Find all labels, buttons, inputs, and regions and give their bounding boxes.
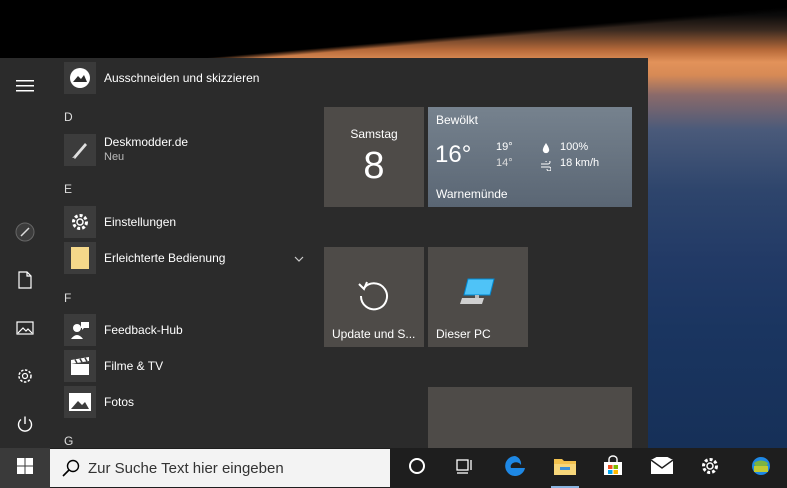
cortana-circle-icon <box>408 457 426 480</box>
edge-browser-button[interactable] <box>491 448 539 488</box>
search-input[interactable] <box>88 459 378 477</box>
weather-humidity: 100% <box>560 141 589 153</box>
calendar-date: 8 <box>363 145 385 187</box>
letter-header-d[interactable]: D <box>64 110 73 124</box>
windows-logo-icon <box>17 457 33 479</box>
settings-button[interactable] <box>686 448 734 488</box>
task-view-button[interactable] <box>440 448 488 488</box>
pictures-icon[interactable] <box>13 316 37 340</box>
calendar-tile[interactable]: Samstag 8 <box>324 107 424 207</box>
app-filme-tv[interactable]: Filme & TV <box>64 350 163 382</box>
update-security-tile[interactable]: Update und S... <box>324 247 424 347</box>
clapperboard-icon <box>64 350 96 382</box>
letter-header-e[interactable]: E <box>64 182 72 196</box>
app-label: Filme & TV <box>104 358 164 373</box>
power-icon[interactable] <box>13 412 37 436</box>
hamburger-menu-icon[interactable] <box>13 74 37 98</box>
app-label: Deskmodder.de <box>104 135 189 149</box>
green-globe-icon <box>749 454 773 483</box>
deskmodder-brush-icon <box>64 134 96 166</box>
app-fotos[interactable]: Fotos <box>64 386 134 418</box>
search-icon <box>62 459 80 477</box>
weather-high: 19° <box>496 141 513 153</box>
app-globe-button[interactable] <box>737 448 785 488</box>
empty-tile[interactable] <box>428 387 632 448</box>
app-einstellungen[interactable]: Einstellungen <box>64 206 176 238</box>
app-label: Ausschneiden und skizzieren <box>104 70 260 85</box>
cortana-button[interactable] <box>393 448 441 488</box>
weather-temperature: 16° <box>435 141 472 168</box>
feedback-hub-icon <box>64 314 96 346</box>
app-list: Ausschneiden und skizzieren D Deskmodder… <box>50 58 312 448</box>
this-pc-tile[interactable]: Dieser PC <box>428 247 528 347</box>
taskbar-search-box[interactable] <box>50 449 390 487</box>
documents-icon[interactable] <box>13 268 37 292</box>
store-bag-icon <box>602 454 624 482</box>
weather-location: Warnemünde <box>436 187 508 201</box>
weather-condition: Bewölkt <box>436 113 479 127</box>
start-menu-rail <box>0 58 50 448</box>
settings-gear-icon[interactable] <box>13 364 37 388</box>
tile-label: Update und S... <box>332 327 416 341</box>
chevron-down-icon[interactable] <box>294 249 304 267</box>
folder-icon <box>553 456 577 481</box>
edge-icon <box>503 454 527 483</box>
tile-label: Dieser PC <box>436 327 491 341</box>
gear-icon <box>64 206 96 238</box>
mail-button[interactable] <box>638 448 686 488</box>
computer-icon <box>460 277 496 312</box>
gear-icon <box>700 456 720 481</box>
calendar-day: Samstag <box>350 127 398 141</box>
photos-icon <box>64 386 96 418</box>
app-erleichterte-bedienung[interactable]: Erleichterte Bedienung <box>64 242 304 274</box>
app-snip-sketch[interactable]: Ausschneiden und skizzieren <box>64 62 259 94</box>
weather-low: 14° <box>496 157 513 169</box>
app-label: Fotos <box>104 394 135 409</box>
app-label: Feedback-Hub <box>104 322 183 337</box>
letter-header-g[interactable]: G <box>64 434 73 448</box>
app-feedback-hub[interactable]: Feedback-Hub <box>64 314 183 346</box>
store-button[interactable] <box>589 448 637 488</box>
user-account-icon[interactable] <box>13 220 37 244</box>
start-button[interactable] <box>0 448 50 488</box>
new-badge: Neu <box>104 151 125 163</box>
taskbar <box>0 448 787 488</box>
app-deskmodder[interactable]: Deskmodder.de Neu <box>64 134 188 166</box>
mail-envelope-icon <box>650 453 674 480</box>
tiles-area: Samstag 8 Bewölkt 16° 19° 14° 100% 18 km… <box>312 58 648 448</box>
app-label: Einstellungen <box>104 214 177 229</box>
app-label: Erleichterte Bedienung <box>104 250 226 265</box>
snip-sketch-icon <box>64 62 96 94</box>
file-explorer-button[interactable] <box>541 448 589 488</box>
weather-tile[interactable]: Bewölkt 16° 19° 14° 100% 18 km/h Warnemü… <box>428 107 632 207</box>
humidity-drop-icon <box>542 141 550 159</box>
folder-icon <box>64 242 96 274</box>
task-view-icon <box>454 457 474 480</box>
letter-header-f[interactable]: F <box>64 291 71 305</box>
wind-icon <box>541 158 552 176</box>
weather-wind: 18 km/h <box>560 157 600 169</box>
refresh-icon <box>356 278 392 319</box>
